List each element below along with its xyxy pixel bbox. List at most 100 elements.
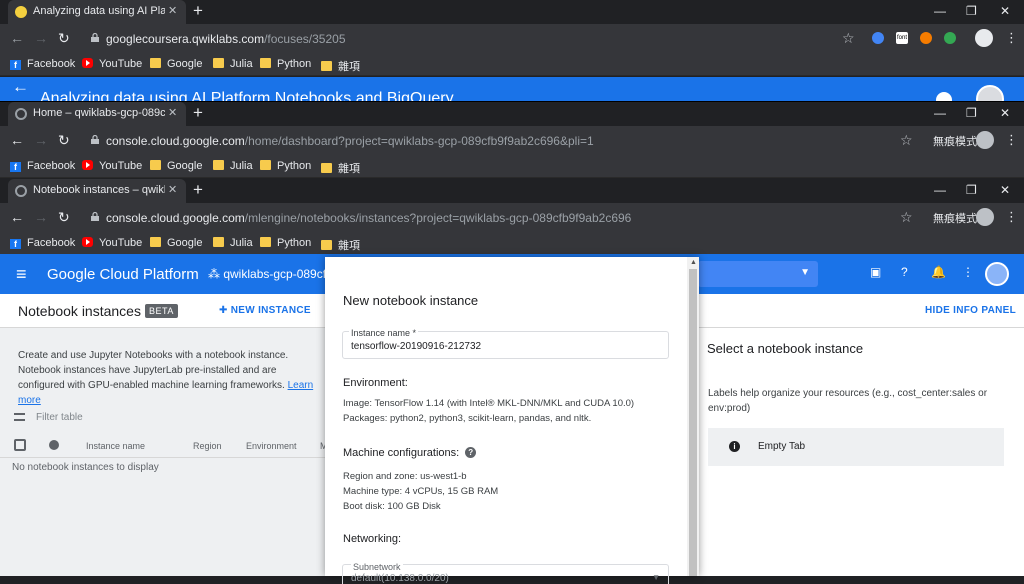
address-bar[interactable]: console.cloud.google.com/mlengine/notebo…	[106, 211, 631, 225]
bookmark-google[interactable]: Google	[150, 58, 202, 70]
browser-menu-icon[interactable]: ⋮	[1005, 30, 1018, 46]
close-window-button[interactable]: ✕	[1000, 4, 1010, 18]
project-name: qwiklabs-gcp-089cfb9	[223, 267, 340, 281]
bookmark-facebook[interactable]: f Facebook	[10, 160, 75, 172]
bookmark-misc[interactable]: 雜項	[321, 237, 360, 253]
bookmark-python[interactable]: Python	[260, 160, 311, 172]
bookmark-youtube[interactable]: YouTube	[82, 58, 142, 70]
restore-button[interactable]: ❐	[966, 183, 977, 197]
browser-menu-icon[interactable]: ⋮	[1005, 132, 1018, 148]
back-icon[interactable]: ←	[10, 132, 24, 148]
select-all-checkbox[interactable]	[14, 439, 26, 451]
tab-qwiklabs[interactable]: Analyzing data using AI Platfor ✕	[8, 0, 186, 24]
bookmark-label: Google	[167, 237, 203, 249]
instance-name-field[interactable]: Instance name * tensorflow-20190916-2127…	[342, 328, 669, 359]
new-tab-button[interactable]: +	[193, 1, 203, 21]
hamburger-menu-icon[interactable]: ≡	[16, 264, 27, 285]
profile-avatar[interactable]	[975, 29, 993, 47]
close-window-button[interactable]: ✕	[1000, 183, 1010, 197]
bookmark-python[interactable]: Python	[260, 58, 311, 70]
subnetwork-select[interactable]: Subnetwork default(10.138.0.0/20) ▼	[342, 562, 669, 584]
info-panel-heading: Select a notebook instance	[707, 341, 864, 356]
bookmark-youtube[interactable]: YouTube	[82, 160, 142, 172]
page-description: Create and use Jupyter Notebooks with a …	[18, 348, 323, 408]
extension-blue-icon[interactable]	[872, 32, 884, 44]
url-host: googlecoursera.qwiklabs.com	[106, 32, 265, 46]
reload-icon[interactable]: ↻	[58, 30, 70, 47]
incognito-icon[interactable]	[976, 131, 994, 149]
reload-icon[interactable]: ↻	[58, 209, 70, 226]
facebook-icon: f	[10, 60, 21, 70]
help-icon[interactable]: ?	[465, 447, 477, 458]
forward-icon[interactable]: →	[34, 30, 48, 46]
bookmark-misc[interactable]: 雜項	[321, 160, 360, 176]
back-arrow-icon[interactable]: ←	[12, 77, 29, 97]
incognito-icon[interactable]	[976, 208, 994, 226]
minimize-button[interactable]: —	[934, 4, 946, 18]
extension-font-icon[interactable]: font	[896, 32, 908, 44]
close-tab-icon[interactable]: ✕	[168, 183, 177, 196]
restore-button[interactable]: ❐	[966, 4, 977, 18]
tab-strip: Home – qwiklabs-gcp-089cfb... ✕ + — ❐ ✕	[0, 102, 1024, 126]
new-instance-button[interactable]: ✚ NEW INSTANCE	[219, 305, 311, 316]
extension-orange-icon[interactable]	[920, 32, 932, 44]
new-tab-button[interactable]: +	[193, 180, 203, 200]
hide-info-panel-button[interactable]: HIDE INFO PANEL	[925, 305, 1016, 316]
filter-icon	[14, 413, 25, 421]
cloud-shell-icon[interactable]: ▣	[870, 265, 881, 279]
bookmark-google[interactable]: Google	[150, 237, 202, 249]
folder-icon	[260, 160, 271, 170]
address-bar[interactable]: console.cloud.google.com/home/dashboard?…	[106, 134, 594, 148]
bookmark-label: 雜項	[338, 240, 360, 252]
bookmark-misc[interactable]: 雜項	[321, 58, 360, 74]
empty-tab-label: Empty Tab	[758, 441, 806, 452]
new-tab-button[interactable]: +	[193, 103, 203, 123]
column-region[interactable]: Region	[193, 441, 222, 451]
bookmark-label: YouTube	[99, 160, 143, 172]
help-icon[interactable]	[936, 92, 952, 101]
scroll-up-icon[interactable]: ▲	[690, 259, 697, 266]
column-instance-name[interactable]: Instance name	[86, 441, 145, 451]
more-vert-icon[interactable]: ⋮	[962, 265, 974, 279]
search-box[interactable]: ▼	[698, 261, 818, 287]
forward-icon[interactable]: →	[34, 209, 48, 225]
reload-icon[interactable]: ↻	[58, 132, 70, 149]
user-avatar[interactable]	[976, 85, 1004, 101]
project-selector[interactable]: ⁂ qwiklabs-gcp-089cfb9	[208, 267, 339, 281]
close-tab-icon[interactable]: ✕	[168, 106, 177, 119]
bookmark-star-icon[interactable]: ☆	[842, 30, 855, 47]
tab-notebook-instances[interactable]: Notebook instances – qwiklabs ✕	[8, 179, 186, 203]
bookmark-facebook[interactable]: f Facebook	[10, 58, 75, 70]
help-icon[interactable]: ?	[901, 265, 908, 279]
browser-menu-icon[interactable]: ⋮	[1005, 209, 1018, 225]
dialog-scrollbar[interactable]: ▲	[687, 257, 699, 576]
info-icon: i	[729, 441, 740, 452]
notifications-bell-icon[interactable]: 🔔	[931, 265, 946, 279]
bookmark-julia[interactable]: Julia	[213, 160, 253, 172]
forward-icon[interactable]: →	[34, 132, 48, 148]
minimize-button[interactable]: —	[934, 183, 946, 197]
back-icon[interactable]: ←	[10, 209, 24, 225]
filter-table[interactable]: Filter table	[14, 412, 83, 423]
close-window-button[interactable]: ✕	[1000, 106, 1010, 120]
bookmark-julia[interactable]: Julia	[213, 237, 253, 249]
close-tab-icon[interactable]: ✕	[168, 4, 177, 17]
gcp-brand[interactable]: Google Cloud Platform	[47, 266, 199, 283]
column-environment[interactable]: Environment	[246, 441, 297, 451]
bookmark-star-icon[interactable]: ☆	[900, 132, 913, 149]
restore-button[interactable]: ❐	[966, 106, 977, 120]
bookmark-facebook[interactable]: f Facebook	[10, 237, 75, 249]
address-bar[interactable]: googlecoursera.qwiklabs.com/focuses/3520…	[106, 32, 346, 46]
bookmark-julia[interactable]: Julia	[213, 58, 253, 70]
scrollbar-thumb[interactable]	[689, 269, 697, 576]
bookmark-star-icon[interactable]: ☆	[900, 209, 913, 226]
back-icon[interactable]: ←	[10, 30, 24, 46]
bookmark-youtube[interactable]: YouTube	[82, 237, 142, 249]
tab-home[interactable]: Home – qwiklabs-gcp-089cfb... ✕	[8, 102, 186, 126]
bookmark-python[interactable]: Python	[260, 237, 311, 249]
account-avatar[interactable]	[985, 262, 1009, 286]
minimize-button[interactable]: —	[934, 106, 946, 120]
extension-green-icon[interactable]	[944, 32, 956, 44]
environment-heading: Environment:	[343, 377, 408, 389]
bookmark-google[interactable]: Google	[150, 160, 202, 172]
